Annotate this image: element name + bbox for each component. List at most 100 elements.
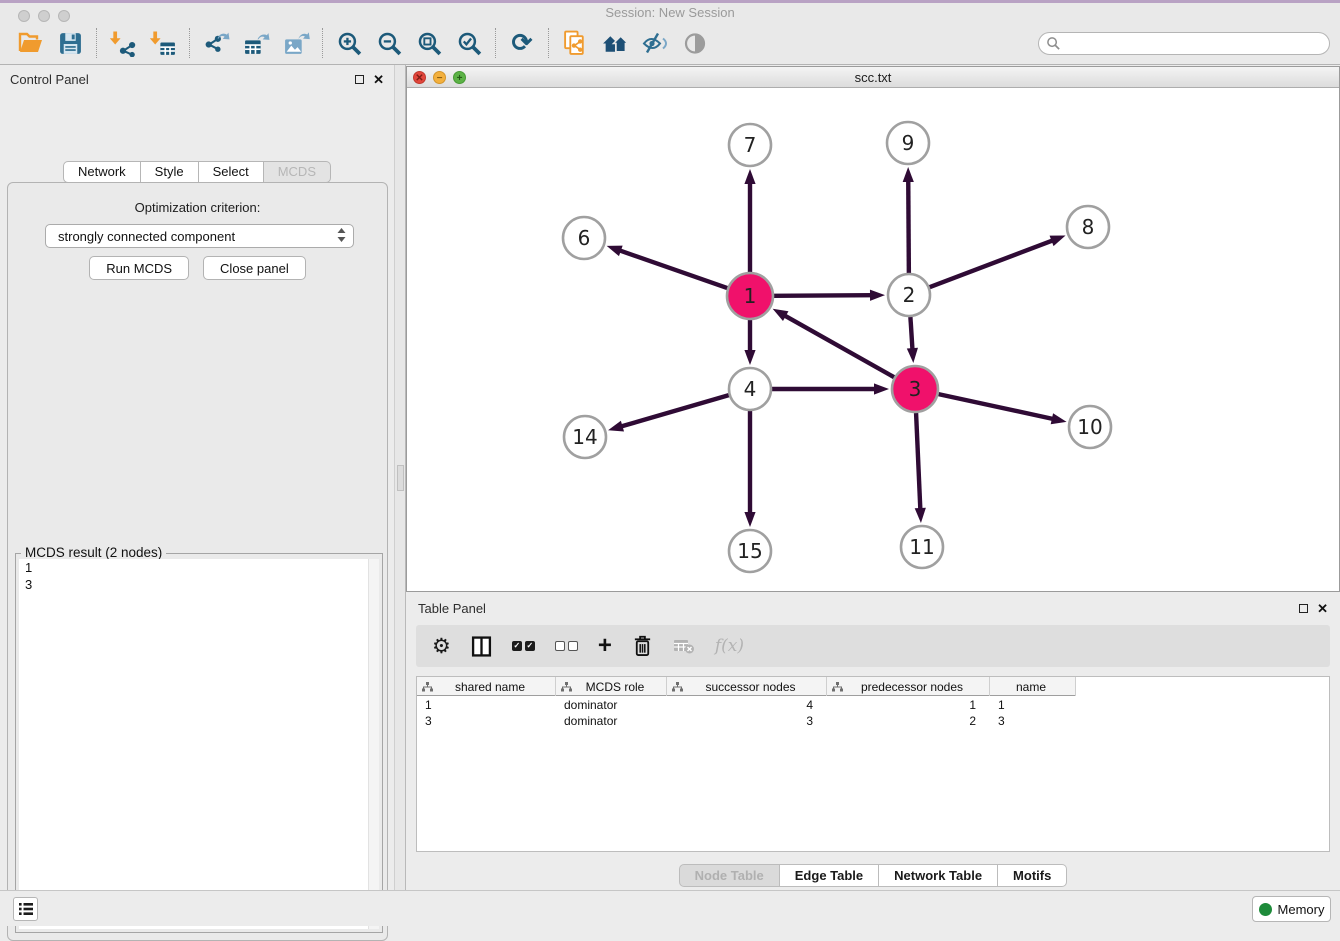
table-panel-tabs: Node Table Edge Table Network Table Moti… — [406, 864, 1340, 887]
network-frame-title: scc.txt — [407, 67, 1339, 88]
tab-node-table[interactable]: Node Table — [679, 864, 780, 887]
frame-maximize-button[interactable]: + — [453, 71, 466, 84]
memory-label: Memory — [1278, 902, 1325, 917]
tab-style[interactable]: Style — [141, 161, 199, 183]
column-header-successor-nodes[interactable]: successor nodes — [667, 677, 827, 696]
table-cell[interactable]: 1 — [417, 697, 556, 713]
show-all-networks-icon[interactable] — [595, 25, 635, 61]
zoom-out-icon[interactable] — [369, 25, 409, 61]
table-cell[interactable]: 3 — [667, 713, 827, 729]
table-toolbar: ⚙ ✓✓ + f(x) — [416, 625, 1330, 667]
vertical-splitter[interactable] — [394, 65, 406, 890]
unselect-all-columns-icon[interactable] — [555, 641, 578, 651]
table-cell[interactable]: dominator — [556, 713, 667, 729]
open-session-icon[interactable] — [10, 25, 50, 61]
mcds-panel: Optimization criterion: strongly connect… — [7, 182, 388, 941]
delete-table-icon[interactable] — [673, 638, 695, 655]
graph-arrowhead — [773, 309, 789, 321]
zoom-in-icon[interactable] — [329, 25, 369, 61]
column-header-name[interactable]: name — [990, 677, 1076, 696]
memory-button[interactable]: Memory — [1252, 896, 1331, 922]
table-row[interactable]: 1dominator411 — [417, 697, 1329, 713]
select-all-columns-icon[interactable]: ✓✓ — [512, 641, 535, 651]
dropdown-value: strongly connected component — [58, 229, 235, 244]
import-network-icon[interactable] — [103, 25, 143, 61]
float-panel-icon[interactable] — [355, 75, 364, 84]
graph-edge-3-10[interactable] — [938, 394, 1053, 419]
graph-arrowhead — [915, 508, 926, 523]
graph-arrowhead — [870, 290, 885, 301]
graph-edge-1-6[interactable] — [619, 250, 727, 288]
zoom-fit-icon[interactable] — [409, 25, 449, 61]
mcds-result-list[interactable]: 13 — [19, 559, 379, 929]
toolbar-separator — [495, 28, 496, 58]
tab-edge-table[interactable]: Edge Table — [780, 864, 879, 887]
tab-select[interactable]: Select — [199, 161, 264, 183]
column-header-MCDS-role[interactable]: MCDS role — [556, 677, 667, 696]
tab-mcds[interactable]: MCDS — [264, 161, 331, 183]
optimization-criterion-select[interactable]: strongly connected component — [45, 224, 354, 248]
close-panel-icon[interactable]: ✕ — [373, 73, 384, 86]
table-cell[interactable]: 3 — [990, 713, 1076, 729]
save-session-icon[interactable] — [50, 25, 90, 61]
application-window: Session: New Session — [0, 0, 1340, 926]
delete-column-trash-icon[interactable] — [632, 635, 653, 657]
graph-edge-3-11[interactable] — [916, 413, 920, 510]
graph-edge-2-3[interactable] — [910, 317, 912, 350]
table-cell[interactable]: 3 — [417, 713, 556, 729]
result-scrollbar[interactable] — [368, 559, 379, 929]
create-column-icon[interactable]: + — [598, 634, 612, 658]
export-network-icon[interactable] — [196, 25, 236, 61]
export-image-icon[interactable] — [276, 25, 316, 61]
new-network-from-selection-icon[interactable] — [555, 25, 595, 61]
column-header-label: shared name — [433, 680, 555, 694]
network-canvas[interactable]: 7968124314101511 — [407, 88, 1339, 591]
table-cell[interactable]: dominator — [556, 697, 667, 713]
tab-network[interactable]: Network — [63, 161, 141, 183]
refresh-icon[interactable]: ⟳ — [502, 25, 542, 61]
column-header-label: successor nodes — [683, 680, 826, 694]
search-input[interactable] — [1038, 32, 1330, 55]
network-graph[interactable]: 7968124314101511 — [407, 88, 1339, 591]
column-header-predecessor-nodes[interactable]: predecessor nodes — [827, 677, 990, 696]
column-namespace-icon — [832, 682, 843, 692]
task-history-button[interactable] — [13, 897, 38, 921]
tab-motifs[interactable]: Motifs — [998, 864, 1067, 887]
chevron-updown-icon — [336, 227, 347, 246]
table-cell[interactable]: 1 — [827, 697, 990, 713]
float-table-panel-icon[interactable] — [1299, 604, 1308, 613]
export-table-icon[interactable] — [236, 25, 276, 61]
tab-network-table[interactable]: Network Table — [879, 864, 998, 887]
graph-edge-2-8[interactable] — [930, 240, 1054, 287]
network-frame-titlebar[interactable]: ✕ − + scc.txt — [407, 67, 1339, 88]
graph-node-label: 9 — [902, 131, 915, 155]
optimization-criterion-label: Optimization criterion: — [8, 200, 387, 215]
graph-edge-3-1[interactable] — [784, 315, 894, 377]
network-frame: ✕ − + scc.txt 7968124314101511 — [406, 66, 1340, 592]
graph-edge-4-14[interactable] — [621, 395, 729, 427]
table-row[interactable]: 3dominator323 — [417, 713, 1329, 729]
table-cell[interactable]: 1 — [990, 697, 1076, 713]
zoom-selected-icon[interactable] — [449, 25, 489, 61]
hide-selected-icon[interactable] — [635, 25, 675, 61]
table-settings-gear-icon[interactable]: ⚙ — [432, 636, 451, 657]
table-body: 1dominator4113dominator323 — [417, 697, 1329, 729]
frame-close-button[interactable]: ✕ — [413, 71, 426, 84]
graph-node-label: 4 — [744, 377, 757, 401]
graph-edge-2-9[interactable] — [908, 180, 909, 273]
import-table-icon[interactable] — [143, 25, 183, 61]
splitter-handle[interactable] — [397, 465, 404, 491]
show-columns-icon[interactable] — [471, 636, 492, 657]
function-builder-icon[interactable]: f(x) — [715, 636, 744, 656]
table-cell[interactable]: 4 — [667, 697, 827, 713]
column-header-shared-name[interactable]: shared name — [417, 677, 556, 696]
table-cell[interactable]: 2 — [827, 713, 990, 729]
graph-node-label: 11 — [909, 535, 934, 559]
graph-edge-1-2[interactable] — [774, 295, 872, 296]
graph-node-label: 8 — [1082, 215, 1095, 239]
run-mcds-button[interactable]: Run MCDS — [89, 256, 189, 280]
close-table-panel-icon[interactable]: ✕ — [1317, 602, 1328, 615]
close-panel-button[interactable]: Close panel — [203, 256, 306, 280]
frame-minimize-button[interactable]: − — [433, 71, 446, 84]
show-hidden-icon[interactable] — [675, 25, 715, 61]
